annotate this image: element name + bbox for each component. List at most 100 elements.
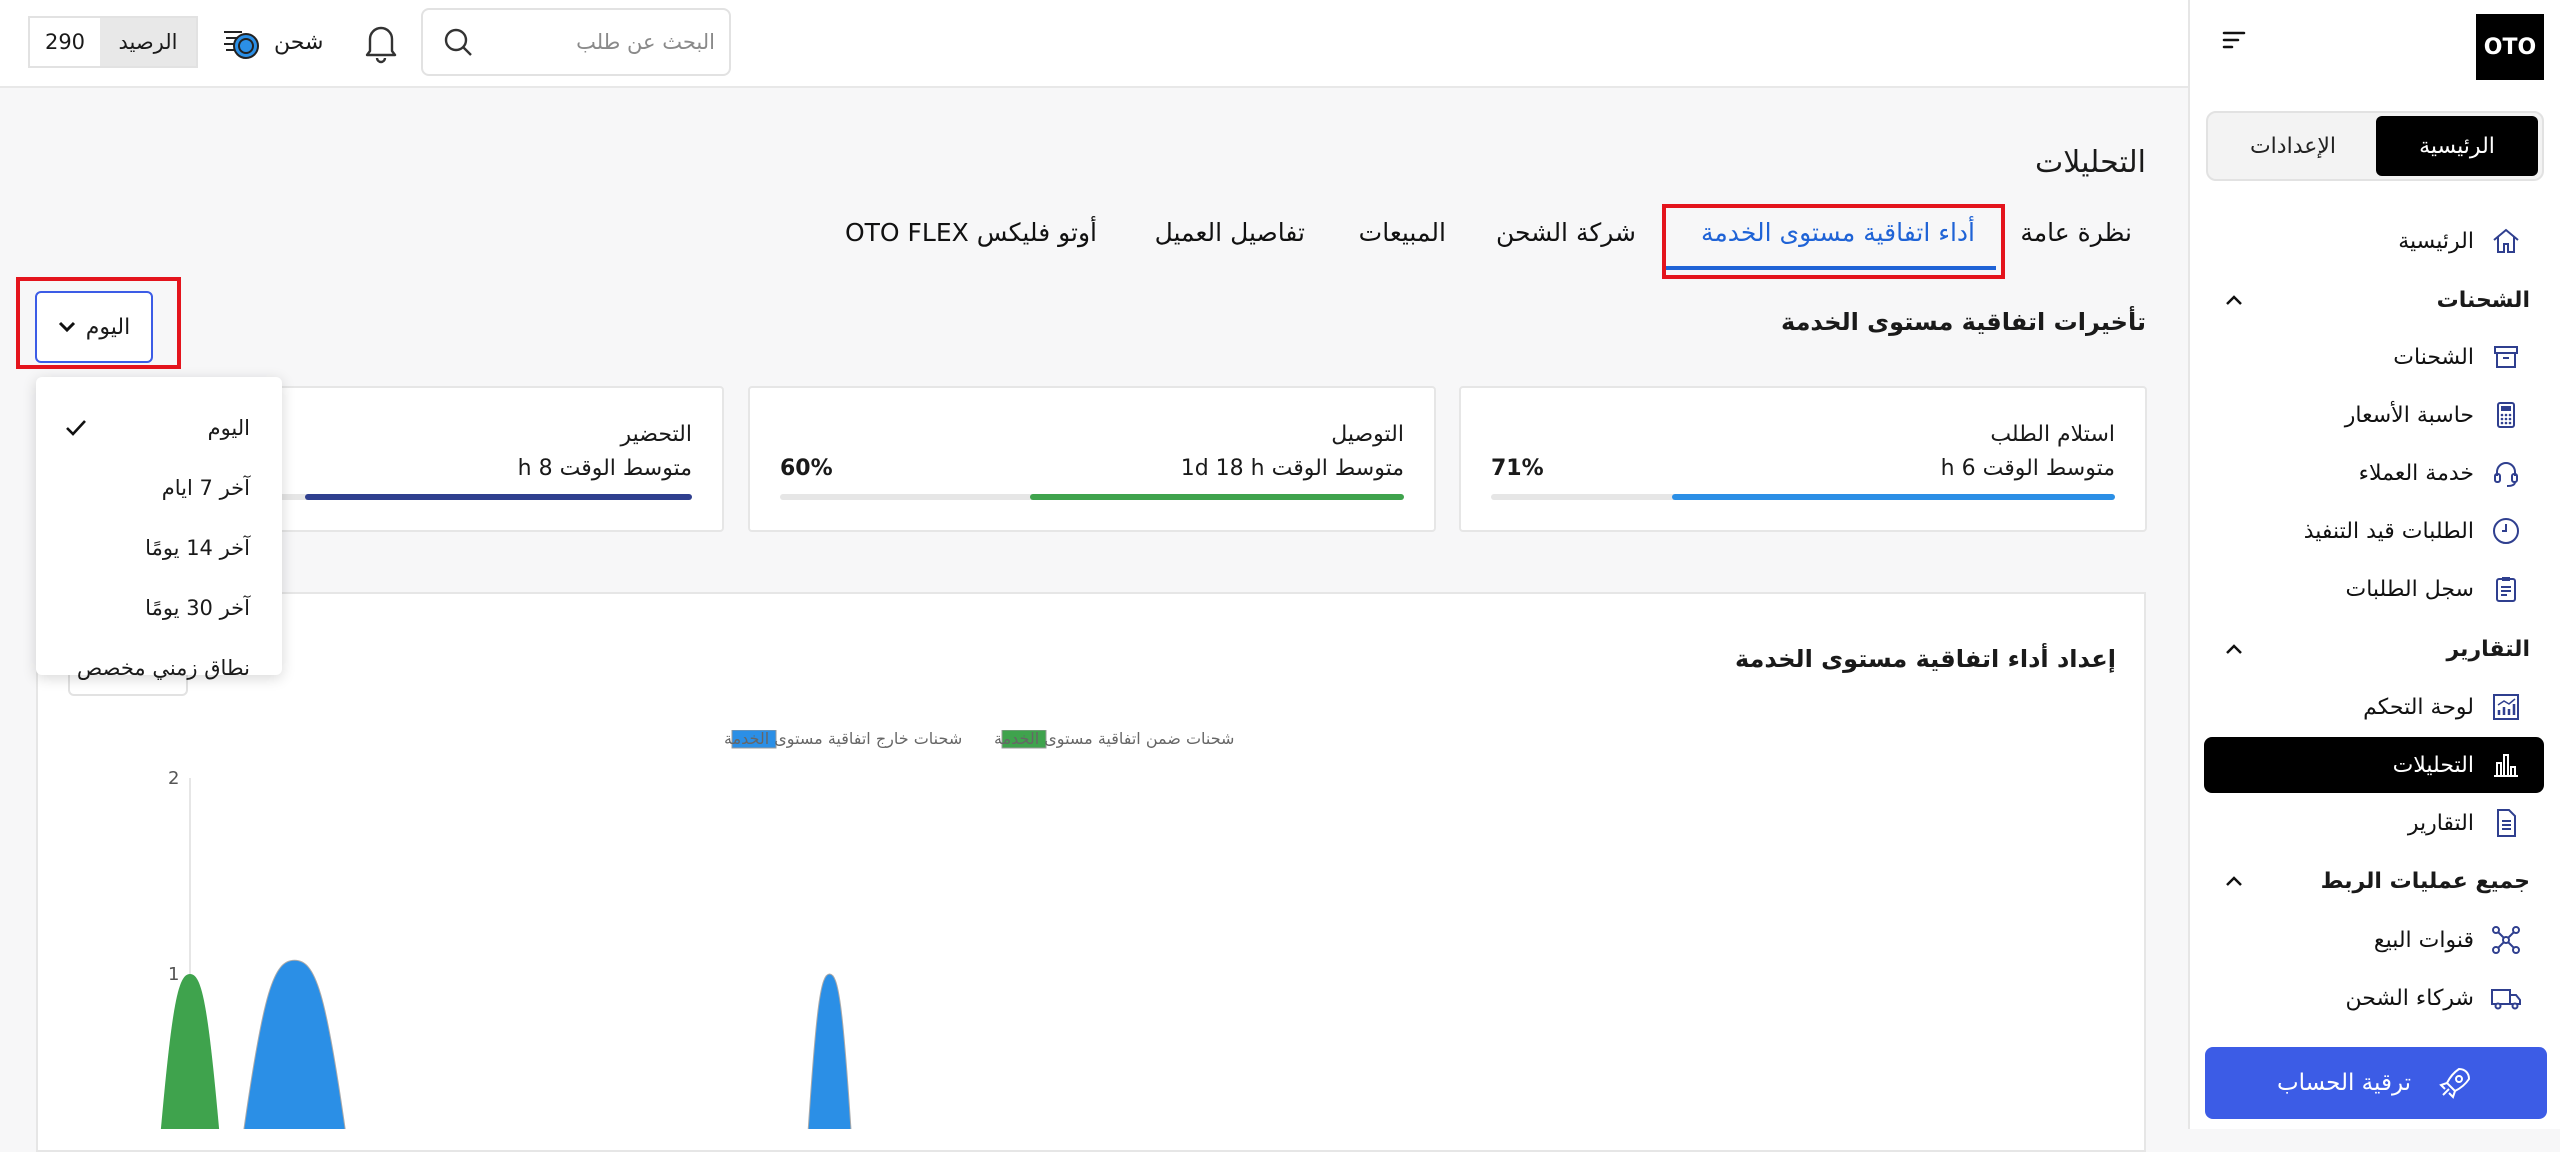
tab-shipping-company[interactable]: شركة الشحن: [1496, 218, 1636, 247]
period-option-30-days[interactable]: آخر 30 يومًا: [36, 586, 282, 630]
tab-sales[interactable]: المبيعات: [1359, 218, 1446, 247]
clock-icon: [2488, 513, 2524, 549]
period-select-button[interactable]: اليوم: [35, 291, 153, 363]
sidebar-section-shipments[interactable]: الشحنات: [2204, 278, 2544, 322]
sidebar-item-reports[interactable]: التقارير: [2204, 799, 2544, 847]
notifications-bell-icon[interactable]: [360, 20, 402, 64]
document-icon: [2488, 805, 2524, 841]
checkmark-icon: [64, 418, 88, 438]
tab-highlight-box: [1662, 204, 2005, 279]
kpi-title: التوصيل: [1331, 422, 1404, 447]
sidebar-item-price-calculator[interactable]: حاسبة الأسعار: [2204, 391, 2544, 439]
oto-logo[interactable]: OTO: [2476, 14, 2544, 80]
kpi-title: التحضير: [620, 422, 692, 447]
sidebar-item-home[interactable]: الرئيسية: [2204, 217, 2544, 265]
sidebar-item-label: قنوات البيع: [2373, 927, 2474, 953]
period-option-label: آخر 7 ايام: [161, 476, 250, 500]
period-option-label: اليوم: [207, 416, 250, 440]
sidebar-item-label: الشحنات: [2393, 344, 2474, 370]
kpi-progress-track: [1491, 494, 2115, 500]
headset-icon: [2488, 455, 2524, 491]
sidebar-item-label: الرئيسية: [2398, 228, 2474, 254]
sla-delays-heading: تأخيرات اتفاقية مستوى الخدمة: [1781, 308, 2146, 336]
home-icon: [2488, 223, 2524, 259]
upgrade-account-button[interactable]: ترقية الحساب: [2205, 1047, 2547, 1119]
dashboard-chart-icon: [2488, 689, 2524, 725]
charge-button[interactable]: شحن: [220, 22, 323, 62]
kpi-progress-fill: [1029, 494, 1404, 500]
balance-value: 290: [30, 18, 100, 66]
section-label: جميع عمليات الربط: [2320, 868, 2530, 894]
sidebar-item-label: حاسبة الأسعار: [2344, 402, 2474, 428]
bar-chart-icon: [2488, 747, 2524, 783]
sidebar-item-order-log[interactable]: سجل الطلبات: [2204, 565, 2544, 613]
page-title: التحليلات: [2034, 145, 2146, 180]
sidebar-item-sales-channels[interactable]: قنوات البيع: [2204, 916, 2544, 964]
kpi-progress-track: [780, 494, 1404, 500]
legend-label: شحنات خارج اتفاقية مستوى الخدمة: [724, 730, 962, 749]
search-input[interactable]: [485, 30, 715, 54]
tab-overview[interactable]: نظرة عامة: [2020, 218, 2132, 247]
sidebar-item-analytics[interactable]: التحليلات: [2204, 737, 2544, 793]
kpi-percent: 60%: [780, 456, 833, 481]
toggle-home[interactable]: الرئيسية: [2376, 116, 2538, 176]
sidebar-collapse-icon[interactable]: [2220, 28, 2248, 52]
area-peak: [807, 973, 852, 1129]
sidebar-item-shipping-partners[interactable]: شركاء الشحن: [2204, 974, 2544, 1022]
box-icon: [2488, 339, 2524, 375]
coins-icon: [220, 22, 264, 62]
calculator-icon: [2488, 397, 2524, 433]
truck-icon: [2488, 980, 2524, 1016]
chevron-up-icon: [2224, 874, 2244, 888]
sidebar-section-reports[interactable]: التقارير: [2204, 627, 2544, 671]
period-option-14-days[interactable]: آخر 14 يومًا: [36, 526, 282, 570]
rocket-icon: [2435, 1063, 2475, 1103]
top-bar: [0, 0, 2188, 88]
kpi-card-delivery: التوصيل متوسط الوقت 1d 18 h 60%: [748, 386, 1436, 532]
y-tick-label: 2: [168, 768, 179, 789]
chart-title: إعداد أداء اتفاقية مستوى الخدمة: [1734, 645, 2116, 673]
sidebar-item-label: خدمة العملاء: [2358, 460, 2474, 486]
tab-oto-flex[interactable]: أوتو فليكس OTO FLEX: [845, 218, 1097, 247]
period-dropdown-menu: اليوم آخر 7 ايام آخر 14 يومًا آخر 30 يوم…: [36, 377, 282, 680]
clipboard-list-icon: [2488, 571, 2524, 607]
order-search[interactable]: [421, 8, 731, 76]
period-option-7-days[interactable]: آخر 7 ايام: [36, 466, 282, 510]
period-option-today[interactable]: اليوم: [36, 406, 282, 450]
balance-widget: 290 الرصيد: [28, 16, 198, 68]
kpi-percent: 71%: [1491, 456, 1544, 481]
chevron-down-icon: [58, 321, 76, 333]
section-label: الشحنات: [2436, 287, 2530, 313]
sidebar-item-label: التقارير: [2407, 810, 2474, 836]
chevron-up-icon: [2224, 642, 2244, 656]
sidebar-item-customer-service[interactable]: خدمة العملاء: [2204, 449, 2544, 497]
kpi-progress-fill: [305, 494, 692, 500]
search-icon: [441, 25, 475, 59]
period-option-custom-range[interactable]: نطاق زمني مخصص: [36, 646, 282, 690]
toggle-settings[interactable]: الإعدادات: [2212, 116, 2374, 176]
kpi-value: متوسط الوقت h 8: [517, 456, 692, 481]
area-peak: [243, 959, 346, 1129]
sidebar-item-dashboard[interactable]: لوحة التحكم: [2204, 683, 2544, 731]
network-nodes-icon: [2488, 922, 2524, 958]
home-settings-toggle: الرئيسية الإعدادات: [2206, 111, 2544, 181]
kpi-card-order-pickup: استلام الطلب متوسط الوقت h 6 71%: [1459, 386, 2147, 532]
kpi-value: متوسط الوقت 1d 18 h: [1180, 456, 1404, 481]
upgrade-label: ترقية الحساب: [2276, 1070, 2412, 1096]
legend-label: شحنات ضمن اتفاقية مستوى الخدمة: [994, 730, 1234, 749]
logo-text: OTO: [2483, 34, 2537, 60]
sidebar-item-label: شركاء الشحن: [2345, 985, 2474, 1011]
sidebar-section-integrations[interactable]: جميع عمليات الربط: [2204, 859, 2544, 903]
area-peak: [160, 974, 220, 1129]
period-option-label: آخر 30 يومًا: [145, 596, 250, 620]
period-button-label: اليوم: [85, 314, 131, 340]
sidebar-item-pending-orders[interactable]: الطلبات قيد التنفيذ: [2204, 507, 2544, 555]
sidebar-item-label: لوحة التحكم: [2363, 694, 2474, 720]
sidebar-item-label: التحليلات: [2392, 752, 2474, 778]
sidebar-item-shipments[interactable]: الشحنات: [2204, 333, 2544, 381]
tab-customer-details[interactable]: تفاصيل العميل: [1155, 218, 1305, 247]
sla-area-chart: شحنات ضمن اتفاقية مستوى الخدمة شحنات خارج…: [160, 730, 1234, 1129]
chevron-up-icon: [2224, 293, 2244, 307]
sidebar-item-label: سجل الطلبات: [2345, 576, 2475, 602]
charge-label: شحن: [274, 29, 324, 55]
